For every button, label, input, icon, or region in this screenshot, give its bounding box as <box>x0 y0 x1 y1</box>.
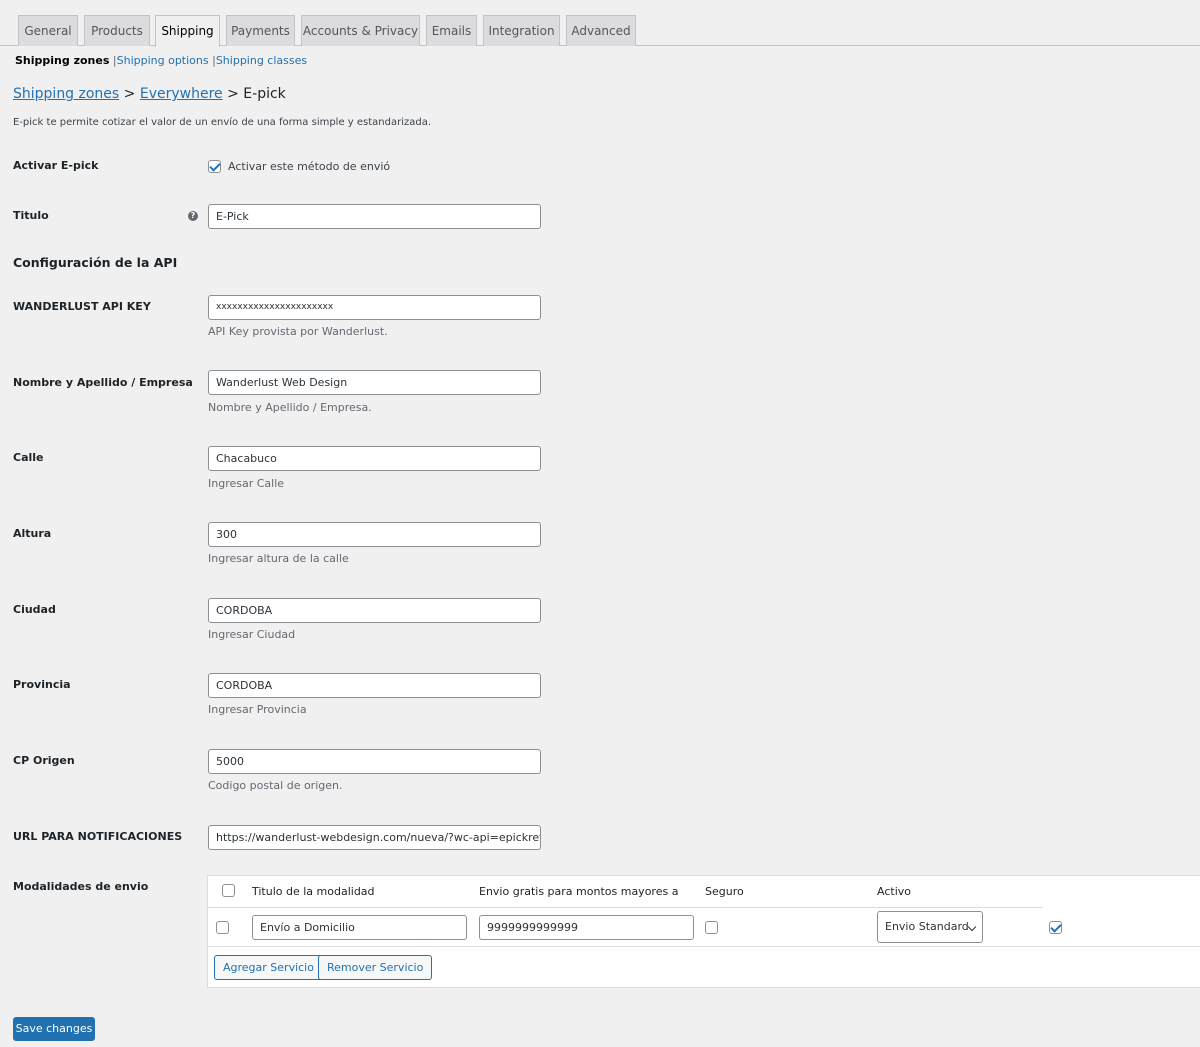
titulo-label: Titulo <box>13 209 49 222</box>
tab-products[interactable]: Products <box>84 15 150 46</box>
header-titulo: Titulo de la modalidad <box>252 885 375 898</box>
tab-shipping[interactable]: Shipping <box>155 15 220 47</box>
provincia-label: Provincia <box>13 678 71 691</box>
header-activo: Activo <box>877 885 911 898</box>
header-seguro: Seguro <box>705 885 744 898</box>
row-activo-checkbox[interactable] <box>1049 921 1062 934</box>
altura-input[interactable]: 300 <box>208 522 541 547</box>
provincia-input[interactable]: CORDOBA <box>208 673 541 698</box>
breadcrumb: Shipping zones > Everywhere > E-pick <box>13 85 286 103</box>
altura-hint: Ingresar altura de la calle <box>208 552 349 565</box>
chevron-down-icon <box>967 922 977 932</box>
save-changes-button[interactable]: Save changes <box>13 1017 95 1041</box>
row-titulo-input[interactable]: Envío a Domicilio <box>252 915 467 940</box>
select-all-checkbox[interactable] <box>222 884 235 897</box>
api-key-input[interactable]: xxxxxxxxxxxxxxxxxxxxxx <box>208 295 541 320</box>
row-select-checkbox[interactable] <box>216 921 229 934</box>
api-key-label: WANDERLUST API KEY <box>13 300 151 313</box>
shipping-subnav: Shipping zones |Shipping options |Shippi… <box>15 54 308 67</box>
titulo-input[interactable]: E-Pick <box>208 204 541 229</box>
url-input[interactable]: https://wanderlust-webdesign.com/nueva/?… <box>208 825 541 850</box>
altura-label: Altura <box>13 527 52 540</box>
url-label: URL PARA NOTIFICACIONES <box>13 830 183 843</box>
remover-servicio-button[interactable]: Remover Servicio <box>318 955 433 980</box>
tab-emails[interactable]: Emails <box>426 15 477 46</box>
api-key-hint: API Key provista por Wanderlust. <box>208 325 388 338</box>
breadcrumb-current: E-pick <box>243 86 286 102</box>
tab-advanced[interactable]: Advanced <box>566 15 636 46</box>
row-monto-input[interactable]: 9999999999999 <box>479 915 694 940</box>
cp-label: CP Origen <box>13 754 75 767</box>
header-envio-gratis: Envio gratis para montos mayores a <box>479 885 679 898</box>
tab-payments[interactable]: Payments <box>226 15 295 46</box>
calle-hint: Ingresar Calle <box>208 477 285 490</box>
nombre-hint: Nombre y Apellido / Empresa. <box>208 401 372 414</box>
subnav-shipping-options[interactable]: Shipping options <box>117 54 209 67</box>
calle-label: Calle <box>13 451 44 464</box>
breadcrumb-separator: > <box>123 86 136 102</box>
activar-checkbox-label[interactable]: Activar este método de envió <box>228 160 390 174</box>
modalidades-table: Titulo de la modalidad Envio gratis para… <box>207 875 1200 988</box>
subnav-shipping-classes[interactable]: Shipping classes <box>216 54 307 67</box>
subnav-shipping-zones[interactable]: Shipping zones <box>15 54 109 67</box>
breadcrumb-separator: > <box>227 86 239 102</box>
row-tipo-select[interactable]: Envio Standard <box>877 911 983 943</box>
agregar-servicio-button[interactable]: Agregar Servicio <box>214 955 323 980</box>
ciudad-hint: Ingresar Ciudad <box>208 628 296 641</box>
settings-tabs: General Products Shipping Payments Accou… <box>0 15 1200 47</box>
modalidades-label: Modalidades de envio <box>13 880 149 893</box>
tab-accounts-privacy[interactable]: Accounts & Privacy <box>301 15 420 46</box>
activar-label: Activar E-pick <box>13 159 99 172</box>
calle-input[interactable]: Chacabuco <box>208 446 541 471</box>
breadcrumb-shipping-zones-link[interactable]: Shipping zones <box>13 86 119 102</box>
method-description: E-pick te permite cotizar el valor de un… <box>13 117 432 128</box>
cp-hint: Codigo postal de origen. <box>208 779 343 792</box>
cp-input[interactable]: 5000 <box>208 749 541 774</box>
api-section-title: Configuración de la API <box>13 255 178 270</box>
activar-checkbox[interactable] <box>208 160 221 173</box>
breadcrumb-everywhere-link[interactable]: Everywhere <box>140 86 223 102</box>
tab-general[interactable]: General <box>18 15 78 46</box>
help-icon[interactable]: ? <box>188 211 198 221</box>
nombre-input[interactable]: Wanderlust Web Design <box>208 370 541 395</box>
row-seguro-checkbox[interactable] <box>705 921 718 934</box>
ciudad-label: Ciudad <box>13 603 56 616</box>
row-tipo-value: Envio Standard <box>885 920 969 933</box>
tab-integration[interactable]: Integration <box>483 15 560 46</box>
ciudad-input[interactable]: CORDOBA <box>208 598 541 623</box>
nombre-label: Nombre y Apellido / Empresa <box>13 376 193 389</box>
provincia-hint: Ingresar Provincia <box>208 703 307 716</box>
